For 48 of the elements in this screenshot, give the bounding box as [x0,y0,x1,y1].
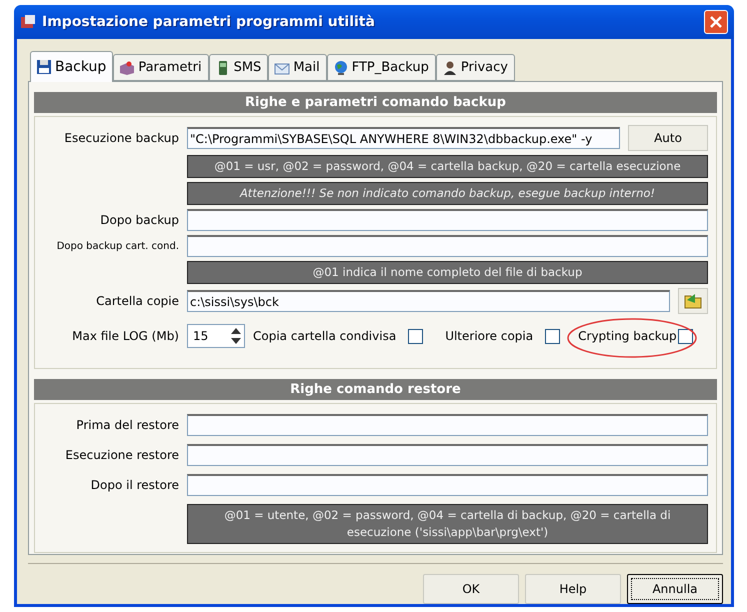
section-header: Righe comando restore [34,379,717,400]
spin-field[interactable]: 15 [187,324,245,348]
text-field[interactable] [187,209,708,231]
tab[interactable]: Mail [268,54,327,81]
field-label: Dopo backup cart. cond. [56,240,179,252]
info-note: @01 indica il nome completo del file di backup [187,261,708,284]
field-label: Max file LOG (Mb) [71,329,179,343]
tab[interactable]: Parametri [113,54,209,81]
info-note: @01 = utente, @02 = password, @04 = cartella di backup, @20 = cartella di esecuzione ('sissi\app\bar\prg\ext') [187,504,708,544]
checkbox-label: Ulteriore copia [445,329,534,343]
field-label: Dopo backup [99,213,179,227]
field-label: Esecuzione backup [63,131,179,145]
field-label: Cartella copie [95,294,179,308]
dialog-button[interactable]: OK [423,574,519,604]
dialog-button[interactable]: Annulla [627,574,723,604]
text-field[interactable] [187,444,708,466]
checkbox[interactable] [545,328,560,344]
tab[interactable]: Privacy [436,54,515,81]
folder-button[interactable] [678,288,708,314]
text-field[interactable] [187,235,708,257]
box-icon [119,60,136,76]
text-field[interactable] [187,414,708,436]
field-label: Esecuzione restore [64,448,179,462]
tab[interactable]: Backup [30,51,114,82]
text-field[interactable]: "C:\Programmi\SYBASE\SQL ANYWHERE 8\WIN32\dbbackup.exe" -y [187,127,620,149]
checkbox-label: Copia cartella condivisa [253,329,396,343]
dialog-button[interactable]: Help [525,574,621,604]
field-label: Dopo il restore [90,478,179,492]
section-header: Righe e parametri comando backup [34,92,717,113]
person-icon [442,60,458,76]
close-icon [709,15,723,29]
close-button[interactable] [704,10,728,34]
folder-icon [683,291,703,311]
globe-icon [332,60,349,76]
field-label: Prima del restore [75,418,179,432]
auto-button[interactable]: Auto [628,125,708,151]
checkbox[interactable] [408,328,424,344]
app-icon [20,14,36,30]
info-note: @01 = usr, @02 = password, @04 = cartella backup, @20 = cartella esecuzione [187,155,708,178]
window-title: Impostazione parametri programmi utilità [42,14,376,30]
checkbox-label: Crypting backup [578,329,677,343]
tab[interactable]: SMS [208,54,268,81]
checkbox[interactable] [678,328,693,344]
text-field[interactable] [187,474,708,496]
tab[interactable]: FTP_Backup [326,54,436,81]
text-field[interactable]: c:\sissi\sys\bck [187,290,670,312]
floppy-icon [36,59,52,75]
warning-note: Attenzione!!! Se non indicato comando backup, esegue backup interno! [187,182,708,205]
